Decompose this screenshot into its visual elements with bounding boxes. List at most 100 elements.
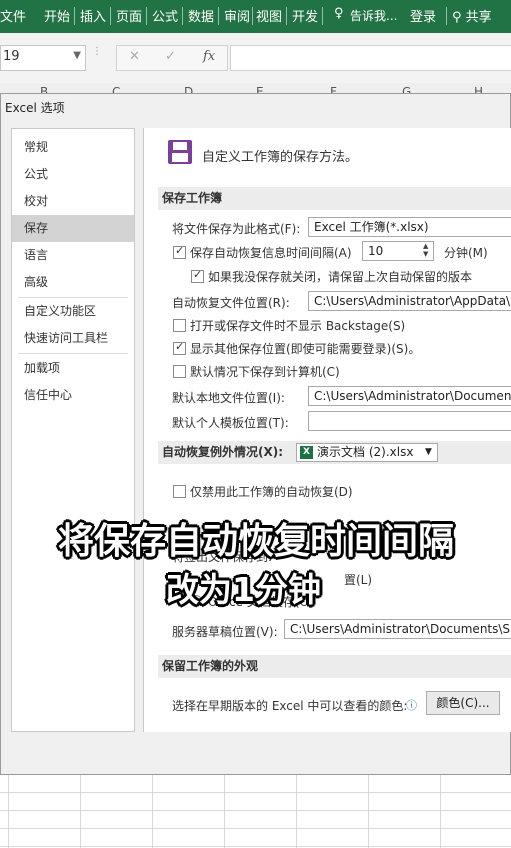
save-icon (168, 140, 192, 164)
autorecover-checkbox[interactable] (173, 244, 186, 259)
save-to-computer-label: 默认情况下保存到计算机(C) (190, 365, 340, 379)
person-icon: ⚲ (452, 10, 462, 25)
tab-separator (218, 7, 219, 25)
appearance-section: 保留工作簿的外观 (158, 655, 511, 678)
cancel-icon[interactable]: ✕ (129, 49, 140, 64)
tab-data[interactable]: 数据 (188, 6, 214, 25)
color-label: 选择在早期版本的 Excel 中可以查看的颜色: (172, 699, 408, 713)
caption-line-1: 将保存自动恢复时间间隔 (58, 521, 455, 562)
options-nav: 常规 公式 校对 保存 语言 高级 自定义功能区 快速访问工具栏 加载项 信任中… (11, 128, 135, 732)
nav-item-addins[interactable]: 加载项 (12, 355, 134, 382)
nav-item-save[interactable]: 保存 (12, 215, 134, 242)
tab-separator (110, 7, 111, 25)
excel-file-icon: X (300, 446, 313, 459)
show-locations-label: 显示其他保存位置(即使可能需要登录)(S)。 (190, 342, 421, 356)
chevron-down-icon: ▼ (73, 50, 81, 61)
autorecover-location-label: 自动恢复文件位置(R): (172, 296, 290, 310)
save-format-label: 将文件保存为此格式(F): (172, 222, 301, 236)
login-link[interactable]: 登录 (410, 6, 436, 25)
caption-line-2: 改为1分钟 (166, 570, 321, 609)
grid-line (368, 775, 369, 848)
tab-separator (252, 7, 253, 25)
default-location-input[interactable]: C:\Users\Administrator\Documents (308, 386, 511, 406)
excel-options-dialog: Excel 选项 常规 公式 校对 保存 语言 高级 自定义功能区 快速访问工具… (0, 93, 511, 775)
server-drafts-input[interactable]: C:\Users\Administrator\Documents\Sha (284, 619, 511, 639)
disable-autorecover-checkbox[interactable] (173, 485, 186, 498)
backstage-label: 打开或保存文件时不显示 Backstage(S) (190, 319, 406, 333)
tab-page-layout[interactable]: 页面 (116, 6, 142, 25)
grid-line (224, 775, 225, 848)
tab-separator (446, 7, 447, 25)
nav-divider (18, 353, 128, 354)
grid-line (8, 775, 9, 848)
spinner-arrows-icon[interactable]: ▲ ▼ (423, 242, 428, 258)
exceptions-file-name: 演示文档 (2).xlsx (317, 445, 414, 459)
name-box-value: 19 (3, 49, 20, 64)
exceptions-label: 自动恢复例外情况(X): (162, 445, 284, 459)
share-label: 共享 (465, 10, 492, 25)
nav-item-formulas[interactable]: 公式 (12, 161, 134, 188)
autorecover-location-input[interactable]: C:\Users\Administrator\AppData\R (308, 291, 511, 311)
worksheet-grid[interactable] (0, 775, 511, 848)
tell-me-input[interactable]: 告诉我... (350, 7, 397, 24)
tab-separator (74, 7, 75, 25)
tab-formulas[interactable]: 公式 (152, 6, 178, 25)
tab-home[interactable]: 开始 (44, 6, 70, 25)
tab-view[interactable]: 视图 (256, 6, 282, 25)
save-to-computer-checkbox[interactable] (173, 365, 186, 378)
formula-buttons: ✕ ✓ fx (116, 45, 228, 71)
tab-separator (146, 7, 147, 25)
exceptions-workbook-select[interactable]: X 演示文档 (2).xlsx ▼ (296, 443, 438, 462)
server-location-option-label: 置(L) (344, 573, 373, 587)
save-workbook-section: 保存工作簿 (158, 187, 511, 210)
grid-line (0, 810, 511, 811)
grid-line (296, 775, 297, 848)
tab-review[interactable]: 审阅 (224, 6, 250, 25)
nav-item-proofing[interactable]: 校对 (12, 188, 134, 215)
minutes-label: 分钟(M) (444, 246, 488, 260)
template-location-input[interactable] (308, 411, 511, 431)
save-options-pane: 自定义工作簿的保存方法。 保存工作簿 将文件保存为此格式(F): Excel 工… (143, 128, 511, 732)
ribbon: 文件 开始 插入 页面 公式 数据 审阅 视图 开发 ♀ 告诉我... 登录 ⚲… (0, 0, 511, 33)
info-icon: ⓘ (406, 699, 417, 712)
disable-autorecover-label: 仅禁用此工作簿的自动恢复(D) (190, 485, 353, 499)
dialog-title: Excel 选项 (5, 101, 65, 115)
backstage-checkbox[interactable] (173, 319, 186, 332)
confirm-icon[interactable]: ✓ (165, 49, 176, 64)
formula-input[interactable] (230, 45, 511, 71)
grid-line (80, 775, 81, 848)
grid-line (0, 828, 511, 829)
keep-last-label: 如果我没保存就关闭，请保留上次自动保留的版本 (208, 270, 473, 284)
grid-line (0, 846, 511, 847)
nav-item-quick-access[interactable]: 快速访问工具栏 (12, 325, 134, 352)
share-button[interactable]: ⚲ 共享 (452, 6, 492, 25)
save-format-select[interactable]: Excel 工作簿(*.xlsx) (308, 217, 511, 237)
tab-separator (286, 7, 287, 25)
tab-insert[interactable]: 插入 (80, 6, 106, 25)
name-box[interactable]: 19 ▼ (0, 45, 86, 71)
nav-item-trust-center[interactable]: 信任中心 (12, 382, 134, 409)
tab-file[interactable]: 文件 (0, 6, 26, 25)
template-location-label: 默认个人模板位置(T): (172, 416, 289, 430)
grid-line (0, 792, 511, 793)
grid-line (152, 775, 153, 848)
autorecover-label: 保存自动恢复信息时间间隔(A) (190, 246, 352, 260)
nav-item-advanced[interactable]: 高级 (12, 269, 134, 296)
show-locations-checkbox[interactable] (173, 340, 186, 355)
nav-item-customize-ribbon[interactable]: 自定义功能区 (12, 298, 134, 325)
pane-header: 自定义工作簿的保存方法。 (202, 150, 359, 165)
grid-line (440, 775, 441, 848)
nav-item-general[interactable]: 常规 (12, 134, 134, 161)
default-location-label: 默认本地文件位置(I): (172, 391, 285, 405)
insert-function-icon[interactable]: fx (203, 49, 215, 64)
chevron-down-icon: ▼ (425, 447, 432, 457)
tab-separator (322, 7, 323, 25)
tab-separator (182, 7, 183, 25)
server-drafts-label: 服务器草稿位置(V): (172, 625, 278, 639)
nav-item-language[interactable]: 语言 (12, 242, 134, 269)
tab-developer[interactable]: 开发 (292, 6, 318, 25)
colors-button[interactable]: 颜色(C)... (426, 691, 500, 715)
grip-icon: ⋮ (92, 46, 102, 57)
keep-last-checkbox[interactable] (191, 268, 204, 283)
tell-me-icon: ♀ (334, 6, 344, 21)
